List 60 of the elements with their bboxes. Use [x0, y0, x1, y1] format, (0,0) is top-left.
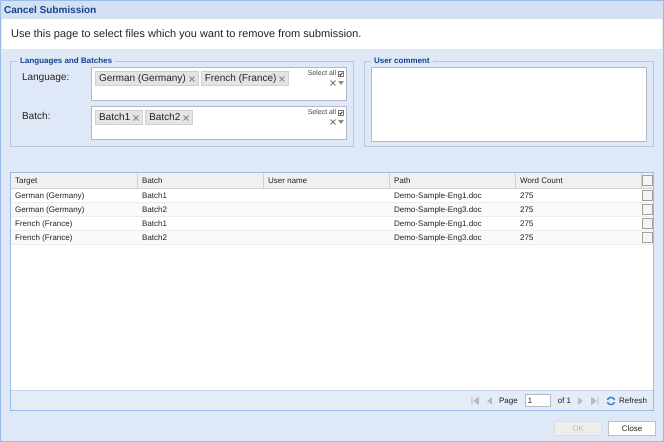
table-cell-text: Demo-Sample-Eng3.doc	[393, 204, 483, 216]
clear-icon[interactable]	[330, 118, 336, 124]
column-header[interactable]: User name	[264, 173, 390, 188]
column-header[interactable]: Batch	[138, 173, 264, 188]
refresh-button[interactable]: Refresh	[606, 394, 647, 406]
dropdown-icon[interactable]	[338, 120, 344, 124]
dropdown-icon[interactable]	[338, 80, 344, 84]
checkbox[interactable]	[642, 204, 653, 215]
panel-legend: User comment	[371, 55, 433, 67]
checkbox[interactable]	[642, 232, 653, 243]
table-cell-text: Batch2	[141, 232, 168, 244]
table-cell-text: French (France)	[14, 218, 74, 230]
column-header[interactable]: Target	[11, 173, 138, 188]
remove-icon[interactable]	[279, 76, 286, 82]
table-cell-text: Batch1	[141, 218, 168, 230]
refresh-icon	[606, 396, 616, 406]
table-row[interactable]: German (Germany) Batch2 Demo-Sample-Eng3.doc 275	[11, 203, 653, 217]
next-page-icon[interactable]	[578, 396, 584, 404]
comment-field[interactable]	[371, 67, 647, 142]
table-cell-text: French (France)	[14, 232, 74, 244]
table-cell-text: German (Germany)	[14, 204, 86, 216]
selected-tag[interactable]: Batch2	[145, 110, 194, 125]
table-cell-text: 275	[519, 218, 534, 230]
clear-icon[interactable]	[330, 80, 336, 86]
field-label: Language:	[21, 71, 70, 85]
table-cell-text: Batch2	[141, 204, 168, 216]
table-cell-text: 275	[519, 190, 534, 202]
intro-text: Use this page to select files which you want to remove from submission.	[11, 26, 362, 42]
selected-tag[interactable]: French (France)	[200, 71, 290, 86]
table-cell-text: Demo-Sample-Eng1.doc	[393, 190, 483, 202]
table-cell-text: German (Germany)	[14, 190, 86, 202]
select-all-checkbox-icon[interactable]	[338, 71, 344, 78]
remove-icon[interactable]	[133, 114, 140, 120]
previous-page-icon[interactable]	[486, 396, 492, 404]
last-page-icon[interactable]	[590, 396, 599, 404]
select-all-checkbox-icon[interactable]	[338, 110, 344, 116]
table-cell-text: Demo-Sample-Eng3.doc	[393, 232, 483, 244]
checkbox[interactable]	[642, 218, 653, 229]
column-header[interactable]: Path	[390, 173, 516, 188]
selected-tag[interactable]: Batch1	[95, 110, 144, 125]
panel-legend: Languages and Batches	[17, 55, 116, 67]
table-cell-text: Demo-Sample-Eng1.doc	[393, 218, 483, 230]
dialog-button[interactable]: Close	[608, 421, 656, 436]
table-cell-text: 275	[519, 204, 534, 216]
checkbox[interactable]	[642, 190, 653, 201]
page-field[interactable]: 1	[524, 394, 551, 407]
table-cell-text: Batch1	[141, 190, 168, 202]
field-label: Batch:	[21, 110, 52, 124]
selected-tag[interactable]: German (Germany)	[95, 71, 199, 86]
remove-icon[interactable]	[183, 114, 190, 120]
table-row[interactable]: French (France) Batch2 Demo-Sample-Eng3.doc 275	[11, 231, 653, 245]
remove-icon[interactable]	[188, 76, 195, 82]
table-row[interactable]: French (France) Batch1 Demo-Sample-Eng1.doc 275	[11, 217, 653, 231]
page-count: of 1	[558, 394, 571, 406]
page-label: Page	[498, 394, 518, 406]
checkbox[interactable]	[642, 175, 653, 186]
table-row[interactable]: German (Germany) Batch1 Demo-Sample-Eng1.doc 275	[11, 189, 653, 203]
first-page-icon[interactable]	[470, 396, 479, 404]
window-title: Cancel Submission	[1, 1, 663, 19]
table-cell-text: 275	[519, 232, 534, 244]
